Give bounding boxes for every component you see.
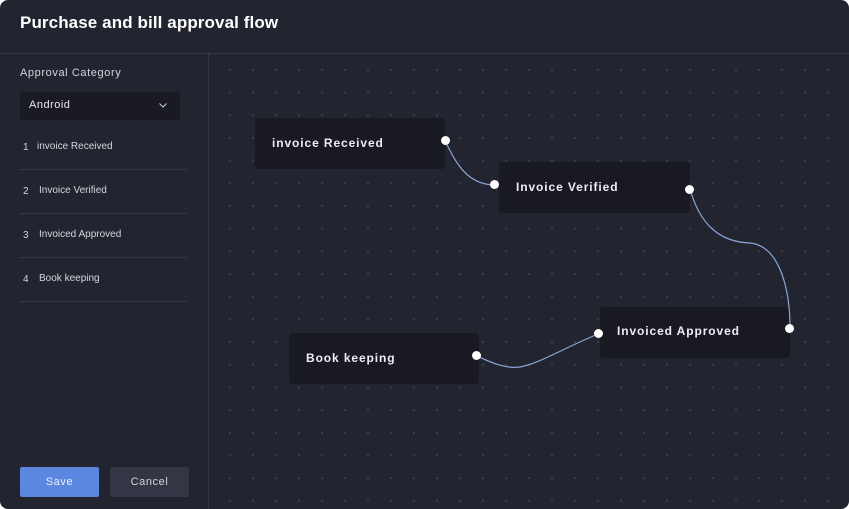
output-port[interactable] [685, 185, 694, 194]
node-label: Invoice Verified [516, 180, 619, 194]
step-label: Invoice Verified [39, 185, 107, 196]
output-port[interactable] [472, 351, 481, 360]
step-number: 1 [23, 142, 29, 153]
step-label: invoice Received [37, 141, 113, 152]
selected-category: Android [29, 99, 71, 111]
node-label: invoice Received [272, 136, 384, 150]
output-port[interactable] [785, 324, 794, 333]
node-label: Book keeping [306, 351, 396, 365]
node-label: Invoiced Approved [617, 324, 740, 338]
cancel-button[interactable]: Cancel [110, 467, 189, 497]
step-list: 1 invoice Received 2 Invoice Verified 3 … [20, 126, 187, 302]
modal-header: Purchase and bill approval flow [0, 0, 849, 54]
approval-category-label: Approval Category [20, 67, 122, 79]
step-number: 4 [23, 274, 29, 285]
approval-category-select[interactable]: Android [20, 92, 180, 120]
page-title: Purchase and bill approval flow [20, 13, 279, 32]
flow-node-invoiced-approved[interactable]: Invoiced Approved [600, 307, 790, 358]
sidebar: Approval Category Android 1 invoice Rece… [0, 54, 209, 509]
input-port[interactable] [594, 329, 603, 338]
flow-node-invoice-verified[interactable]: Invoice Verified [499, 162, 690, 213]
step-list-item[interactable]: 3 Invoiced Approved [20, 214, 187, 258]
output-port[interactable] [441, 136, 450, 145]
step-list-item[interactable]: 2 Invoice Verified [20, 170, 187, 214]
step-label: Book keeping [39, 273, 100, 284]
step-list-item[interactable]: 4 Book keeping [20, 258, 187, 302]
input-port[interactable] [490, 180, 499, 189]
step-list-item[interactable]: 1 invoice Received [20, 126, 187, 170]
step-number: 3 [23, 230, 29, 241]
save-button[interactable]: Save [20, 467, 99, 497]
step-label: Invoiced Approved [39, 229, 122, 240]
approval-flow-modal: Purchase and bill approval flow Approval… [0, 0, 849, 509]
step-number: 2 [23, 186, 29, 197]
flow-node-book-keeping[interactable]: Book keeping [289, 333, 479, 384]
chevron-down-icon [159, 103, 167, 108]
flow-node-invoice-received[interactable]: invoice Received [255, 118, 445, 169]
